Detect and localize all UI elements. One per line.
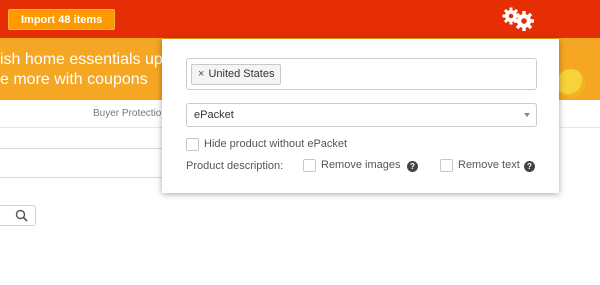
import-items-button[interactable]: Import 48 items <box>8 9 116 30</box>
search-icon[interactable] <box>15 209 28 227</box>
remove-images-label[interactable]: Remove images <box>321 159 400 171</box>
gears-icon[interactable] <box>500 6 540 32</box>
hide-product-label[interactable]: Hide product without ePacket <box>204 138 347 150</box>
product-description-label: Product description: <box>186 160 284 172</box>
banner-text-line-2: e more with coupons <box>0 71 148 88</box>
remove-images-checkbox[interactable] <box>303 159 316 172</box>
country-tag-label: United States <box>208 68 275 80</box>
settings-popup: × United States ePacket Hide product with… <box>162 39 559 193</box>
country-tag-input[interactable]: × United States <box>186 58 537 90</box>
buyer-protection-link[interactable]: Buyer Protection <box>93 108 167 119</box>
shipping-method-value: ePacket <box>194 109 234 121</box>
divider <box>0 148 170 149</box>
hide-product-checkbox[interactable] <box>186 138 199 151</box>
chevron-down-icon <box>524 113 530 117</box>
search-box[interactable] <box>0 205 36 226</box>
shipping-method-select[interactable]: ePacket <box>186 103 537 127</box>
country-tag[interactable]: × United States <box>191 64 282 85</box>
banner-decoration <box>557 69 585 97</box>
top-toolbar: Import 48 items <box>0 0 600 38</box>
help-icon[interactable]: ? <box>524 161 535 172</box>
remove-text-checkbox[interactable] <box>440 159 453 172</box>
help-icon[interactable]: ? <box>407 161 418 172</box>
remove-tag-icon[interactable]: × <box>198 68 204 80</box>
divider <box>0 177 170 178</box>
remove-text-label[interactable]: Remove text <box>458 159 520 171</box>
